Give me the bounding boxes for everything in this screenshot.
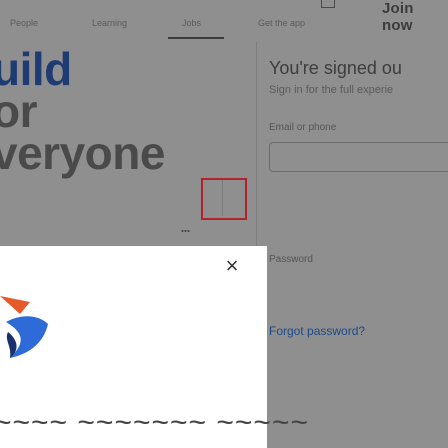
password-label: Password (269, 254, 313, 265)
nav-item-get-app[interactable]: Get the app (258, 18, 305, 28)
focus-highlight-box[interactable] (201, 178, 247, 220)
signin-subtitle: Sign in for the full experie (269, 84, 394, 96)
nav-item-jobs[interactable]: Jobs (182, 18, 201, 28)
email-field[interactable] (269, 142, 448, 172)
join-now-link[interactable]: Join now (382, 0, 448, 34)
app-promo-card: × ~~~~ ~~~~~~~ ~~~~~ (0, 246, 308, 448)
forgot-password-link[interactable]: Forgot password? (269, 324, 365, 338)
focus-box-divider (222, 180, 223, 216)
close-icon[interactable]: × (218, 252, 246, 280)
briefcase-icon[interactable] (321, 0, 335, 8)
email-label: Email or phone (269, 122, 337, 133)
nav-item-learning[interactable]: Learning (92, 18, 127, 28)
signin-title: You're signed ou (269, 58, 402, 78)
signin-panel: You're signed ou Sign in for the full ex… (269, 58, 448, 448)
top-nav: People Learning Jobs Get the app Join no… (0, 0, 448, 40)
hero-headline: uild or veryone (0, 43, 165, 179)
hero-line-1: uild (0, 43, 72, 95)
hero-line-3: veryone (0, 127, 165, 179)
more-dots: ... (180, 216, 191, 236)
hero-line-2: or (0, 85, 37, 137)
active-tab-indicator (168, 37, 224, 39)
nav-item-people[interactable]: People (10, 18, 38, 28)
promo-text-cropped: ~~~~ ~~~~~~~ ~~~~~ (0, 406, 309, 439)
app-logo-icon (0, 296, 48, 358)
